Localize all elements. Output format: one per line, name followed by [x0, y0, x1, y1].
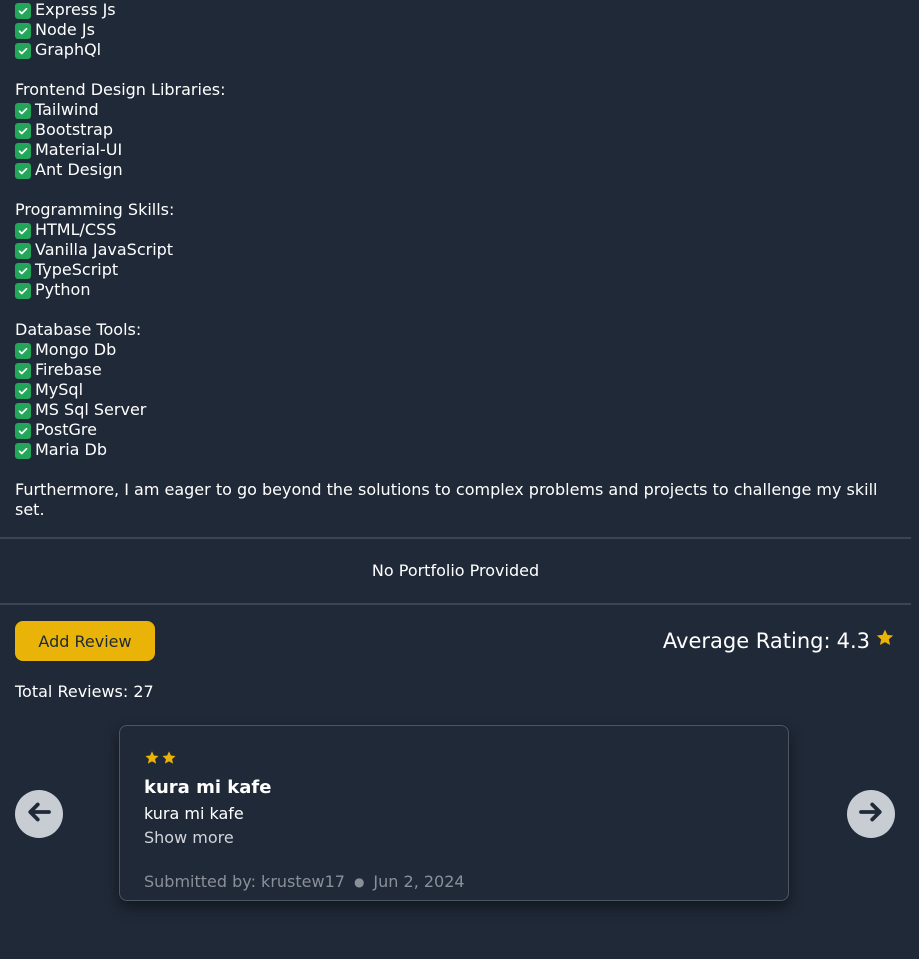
check-mark-icon: [15, 362, 31, 379]
review-author: Submitted by: krustew17: [144, 872, 345, 891]
check-mark-icon: [15, 2, 31, 19]
check-mark-icon: [15, 142, 31, 159]
arrow-right-icon: [856, 797, 886, 831]
check-mark-icon: [15, 42, 31, 59]
previous-review-button[interactable]: [15, 790, 63, 838]
skill-item: GraphQl: [15, 40, 885, 60]
skill-item-text: Python: [35, 280, 91, 299]
skill-item: Maria Db: [15, 440, 885, 460]
arrow-left-icon: [24, 797, 54, 831]
star-icon: [161, 750, 177, 770]
section-divider: [0, 537, 911, 539]
review-meta: Submitted by: krustew17 ● Jun 2, 2024: [144, 872, 465, 892]
freelancer-profile-page: Express Js Node Js GraphQl Frontend Design …: [0, 0, 919, 959]
check-mark-icon: [15, 162, 31, 179]
skill-item-text: Maria Db: [35, 440, 107, 459]
bio-closing-paragraph: Furthermore, I am eager to go beyond the…: [15, 480, 878, 519]
bio-section: Express Js Node Js GraphQl Frontend Design …: [15, 0, 885, 520]
check-mark-icon: [15, 102, 31, 119]
separator-dot: ●: [353, 875, 365, 889]
skill-item-text: Express Js: [35, 0, 116, 19]
bio-heading-text: Programming Skills:: [15, 200, 175, 219]
show-more-link[interactable]: Show more: [144, 828, 234, 848]
next-review-button[interactable]: [847, 790, 895, 838]
skill-item: Node Js: [15, 20, 885, 40]
section-divider: [0, 603, 911, 605]
skill-item: Python: [15, 280, 885, 300]
skill-item: Firebase: [15, 360, 885, 380]
skill-item-text: Node Js: [35, 20, 95, 39]
average-rating-value: 4.3: [836, 629, 870, 653]
check-mark-icon: [15, 242, 31, 259]
review-body: kura mi kafe: [144, 804, 244, 823]
bio-heading: Database Tools:: [15, 320, 885, 340]
skill-item-text: Firebase: [35, 360, 102, 379]
check-mark-icon: [15, 382, 31, 399]
check-mark-icon: [15, 342, 31, 359]
add-review-button[interactable]: Add Review: [15, 621, 155, 661]
skill-item-text: HTML/CSS: [35, 220, 117, 239]
skill-item-text: TypeScript: [35, 260, 119, 279]
skill-item: MySql: [15, 380, 885, 400]
skill-item: Express Js: [15, 0, 885, 20]
skill-item: Ant Design: [15, 160, 885, 180]
bio-heading: Frontend Design Libraries:: [15, 80, 885, 100]
skill-item: MS Sql Server: [15, 400, 885, 420]
check-mark-icon: [15, 442, 31, 459]
review-star-rating: [144, 750, 177, 770]
bio-heading-text: Database Tools:: [15, 320, 142, 339]
skill-item: PostGre: [15, 420, 885, 440]
check-mark-icon: [15, 402, 31, 419]
skill-item-text: Tailwind: [35, 100, 99, 119]
skill-item: Vanilla JavaScript: [15, 240, 885, 260]
check-mark-icon: [15, 122, 31, 139]
average-rating-label: Average Rating:: [662, 629, 831, 653]
check-mark-icon: [15, 222, 31, 239]
skill-item-text: Bootstrap: [35, 120, 113, 139]
review-title: kura mi kafe: [144, 777, 272, 798]
skill-item: Tailwind: [15, 100, 885, 120]
skill-item-text: MS Sql Server: [35, 400, 147, 419]
check-mark-icon: [15, 262, 31, 279]
skill-item-text: Material-UI: [35, 140, 123, 159]
average-rating: Average Rating: 4.3: [663, 628, 895, 654]
total-reviews: Total Reviews: 27: [15, 682, 154, 701]
skill-item-text: MySql: [35, 380, 84, 399]
check-mark-icon: [15, 22, 31, 39]
review-date: Jun 2, 2024: [373, 872, 465, 891]
skill-item-text: Mongo Db: [35, 340, 117, 359]
bio-lines: Express Js Node Js GraphQl Frontend Design …: [15, 0, 885, 480]
skill-item: Mongo Db: [15, 340, 885, 360]
check-mark-icon: [15, 422, 31, 439]
portfolio-empty-text: No Portfolio Provided: [371, 561, 540, 580]
skill-item: Material-UI: [15, 140, 885, 160]
skill-item: Bootstrap: [15, 120, 885, 140]
skill-item-text: GraphQl: [35, 40, 102, 59]
skill-item: TypeScript: [15, 260, 885, 280]
star-icon: [875, 628, 895, 654]
skill-item-text: PostGre: [35, 420, 97, 439]
skill-item-text: Ant Design: [35, 160, 123, 179]
bio-heading-text: Frontend Design Libraries:: [15, 80, 226, 99]
skill-item-text: Vanilla JavaScript: [35, 240, 174, 259]
check-mark-icon: [15, 282, 31, 299]
star-icon: [144, 750, 160, 770]
review-card: kura mi kafe kura mi kafe Show more Subm…: [119, 725, 789, 901]
skill-item: HTML/CSS: [15, 220, 885, 240]
bio-heading: Programming Skills:: [15, 200, 885, 220]
